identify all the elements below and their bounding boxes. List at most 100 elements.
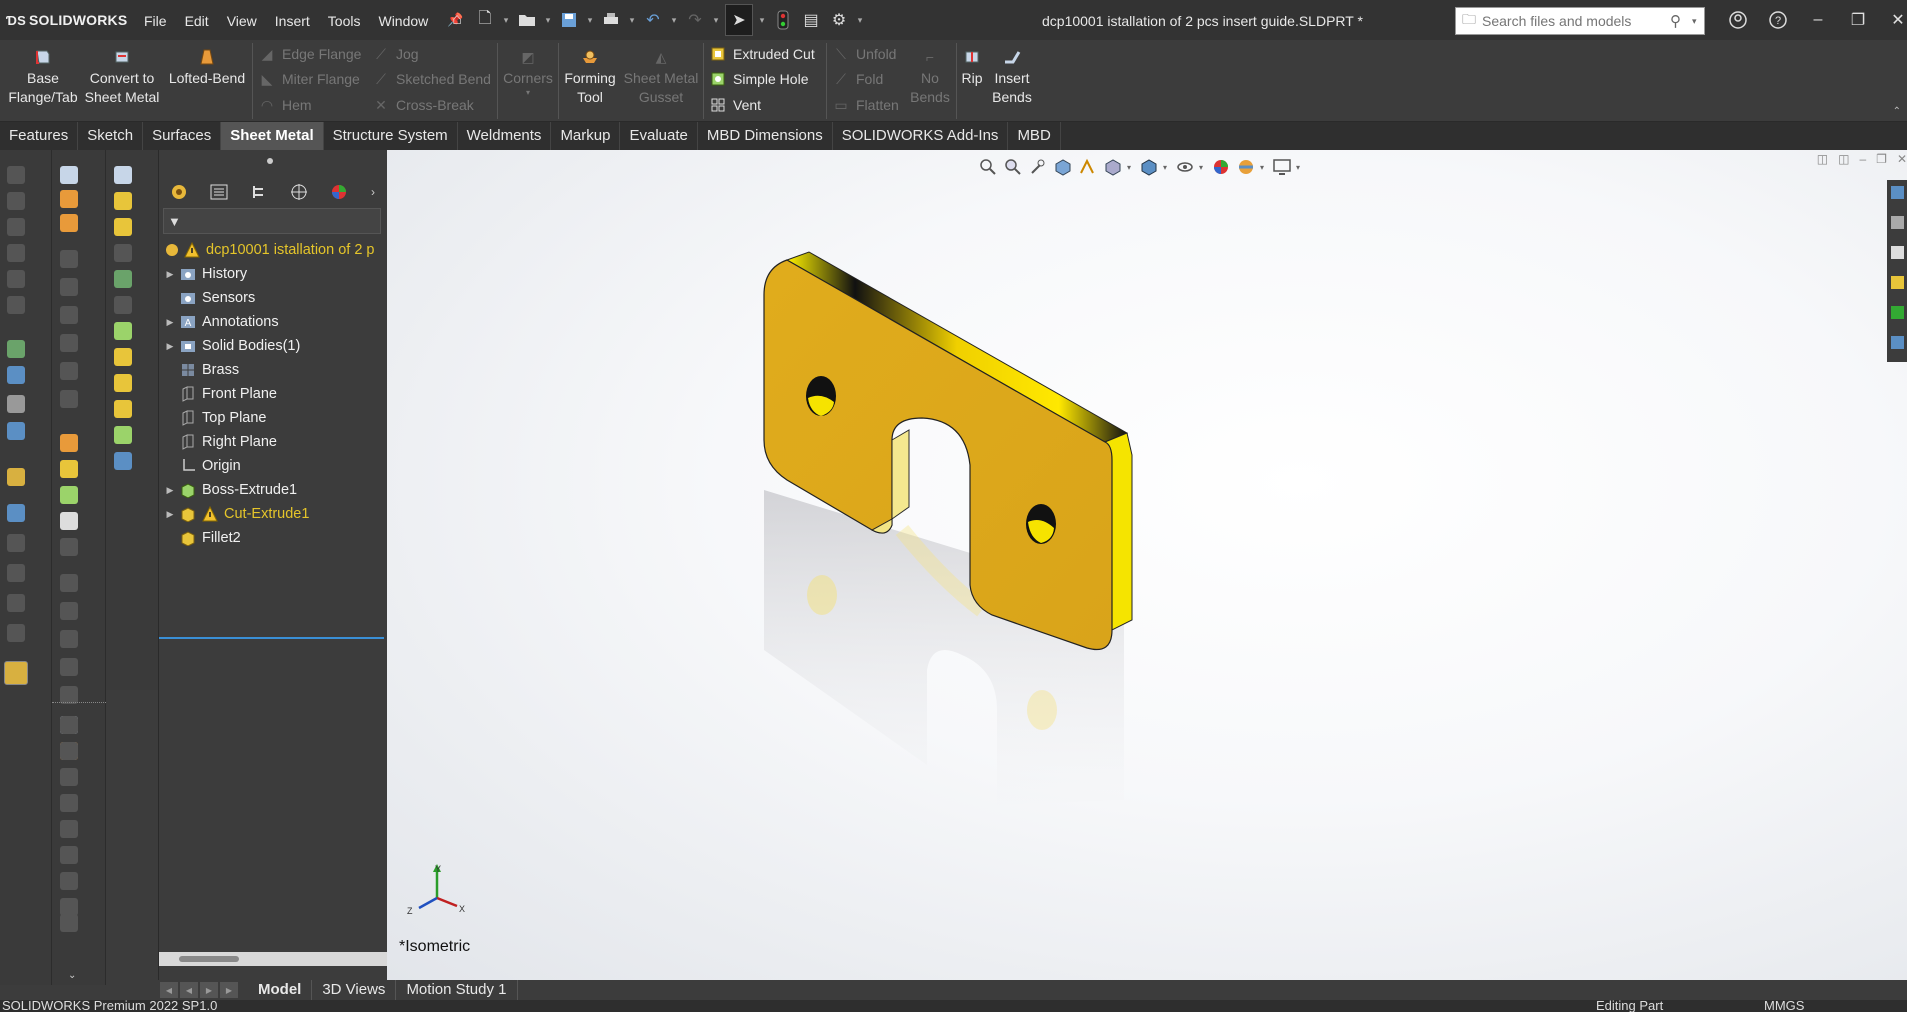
expand-arrow-icon[interactable]: ▶ [163,509,177,520]
file-properties-icon[interactable]: ▤ [799,8,823,32]
unfold-button[interactable]: ⟍ Unfold [832,43,896,65]
offset-entities-icon[interactable] [7,366,25,384]
options-dropdown-icon[interactable]: ▾ [855,8,865,32]
vent-button[interactable]: Vent [709,94,761,116]
tab-evaluate[interactable]: Evaluate [620,122,698,150]
jog-side-icon[interactable] [60,334,78,352]
simple-hole-button[interactable]: Simple Hole [709,68,808,90]
expand-arrow-icon[interactable]: ▶ [163,317,177,328]
tree-item-right-plane[interactable]: Right Plane [159,430,387,454]
vent-side-icon[interactable] [60,512,78,530]
toolbar-expand-icon[interactable]: ⌄ [68,970,76,981]
redo-dropdown-icon[interactable]: ▾ [711,8,721,32]
rollback-bar[interactable] [159,637,384,639]
tree-item-front-plane[interactable]: Front Plane [159,382,387,406]
extra-tool-icon-7[interactable] [60,872,78,890]
tab-3d-views[interactable]: 3D Views [312,980,397,1000]
options-gear-icon[interactable]: ⚙ [827,8,851,32]
last-tab-arrow-icon[interactable]: ▶ [220,982,238,998]
instant-2d-icon[interactable] [4,661,28,685]
extra-tool-icon-1[interactable] [60,716,78,734]
tab-weldments[interactable]: Weldments [458,122,552,150]
fold-button[interactable]: ⟋ Fold [832,68,883,90]
menu-view[interactable]: View [218,0,266,40]
cross-break-button[interactable]: ✕ Cross-Break [372,94,474,116]
lofted-bend-button[interactable]: Lofted-Bend [164,46,250,88]
tab-mbd[interactable]: MBD [1008,122,1061,150]
gusset-side-icon[interactable] [60,658,78,676]
fm-tabs-more-icon[interactable]: › [359,185,387,199]
tree-item-origin[interactable]: Origin [159,454,387,478]
help-icon[interactable]: ? [1758,0,1798,40]
solidworks-logo[interactable]: ƊS SOLIDWORKS [0,12,135,28]
tab-surfaces[interactable]: Surfaces [143,122,222,150]
extruded-cut-button[interactable]: Extruded Cut [709,43,815,65]
home-icon[interactable]: ⌂ [445,8,469,32]
prev-tab-arrow-icon[interactable]: ◀ [180,982,198,998]
extra-tool-icon-6[interactable] [60,846,78,864]
sketch-tool-icon[interactable] [7,166,25,184]
redo-icon[interactable]: ↷ [683,8,707,32]
select-cursor-icon[interactable]: ➤ [725,4,753,36]
search-box[interactable]: 🗀 ⚲ ▾ [1455,7,1705,35]
search-icon[interactable]: ⚲ [1670,12,1692,30]
insert-bends-button[interactable]: Insert Bends [988,46,1036,107]
tree-item-boss-extrude1[interactable]: ▶ Boss-Extrude1 [159,478,387,502]
feature-tool-icon-4[interactable] [114,244,132,262]
tree-item-fillet2[interactable]: Fillet2 [159,526,387,550]
tree-item-history[interactable]: ▶ History [159,262,387,286]
hem-side-icon[interactable] [60,306,78,324]
feature-tool-icon-12[interactable] [114,452,132,470]
tree-root-part[interactable]: dcp10001 istallation of 2 p [159,238,387,262]
save-dropdown-icon[interactable]: ▾ [585,8,595,32]
tab-structure-system[interactable]: Structure System [324,122,458,150]
sheet-metal-gusset-button[interactable]: ◭ Sheet Metal Gusset [622,46,700,107]
mirror-entities-icon[interactable] [7,468,25,486]
new-document-icon[interactable]: 🗋 [473,8,497,32]
miter-flange-button[interactable]: ◣ Miter Flange [258,68,360,90]
print-icon[interactable] [599,8,623,32]
expand-arrow-icon[interactable]: ▶ [163,341,177,352]
undo-icon[interactable]: ↶ [641,8,665,32]
scrollbar-thumb[interactable] [179,956,239,962]
convert-sheet-metal-side-icon[interactable] [60,190,78,208]
open-dropdown-icon[interactable]: ▾ [543,8,553,32]
move-entities-icon[interactable] [7,534,25,552]
search-dropdown-icon[interactable]: ▾ [1692,16,1704,27]
configuration-manager-tab-icon[interactable] [239,178,279,206]
tree-item-top-plane[interactable]: Top Plane [159,406,387,430]
feature-tool-icon-2[interactable] [114,192,132,210]
dimxpert-manager-tab-icon[interactable] [279,178,319,206]
rip-button[interactable]: Rip [958,46,986,88]
status-units[interactable]: MMGS [1764,1000,1804,1012]
feature-manager-tab-icon[interactable] [159,178,199,206]
property-manager-tab-icon[interactable] [199,178,239,206]
display-manager-tab-icon[interactable] [319,178,359,206]
feature-tool-icon-8[interactable] [114,348,132,366]
tab-markup[interactable]: Markup [551,122,621,150]
restore-icon[interactable]: ❐ [1838,0,1878,40]
user-account-icon[interactable] [1718,0,1758,40]
tab-features[interactable]: Features [0,122,79,150]
menu-window[interactable]: Window [369,0,437,40]
search-input[interactable] [1482,13,1670,29]
save-icon[interactable] [557,8,581,32]
extruded-cut-side-icon[interactable] [60,460,78,478]
next-tab-arrow-icon[interactable]: ▶ [200,982,218,998]
menu-insert[interactable]: Insert [266,0,319,40]
extra-tool-icon-3[interactable] [60,768,78,786]
menu-file[interactable]: File [135,0,176,40]
forming-tool-side-icon[interactable] [60,434,78,452]
rebuild-traffic-light-icon[interactable] [771,8,795,32]
tree-item-material[interactable]: Brass [159,358,387,382]
print-dropdown-icon[interactable]: ▾ [627,8,637,32]
repair-sketch-icon[interactable] [7,594,25,612]
flatten-button[interactable]: ▭ Flatten [832,94,898,116]
no-bends-button[interactable]: ⌐ No Bends [906,46,954,107]
convert-to-sheet-metal-button[interactable]: Convert to Sheet Metal [80,46,164,107]
feature-tool-icon-10[interactable] [114,400,132,418]
sketched-bend-button[interactable]: ⟋ Sketched Bend [372,68,491,90]
feature-tool-icon-11[interactable] [114,426,132,444]
fold-side-icon[interactable] [60,574,78,592]
tab-motion-study-1[interactable]: Motion Study 1 [396,980,518,1000]
